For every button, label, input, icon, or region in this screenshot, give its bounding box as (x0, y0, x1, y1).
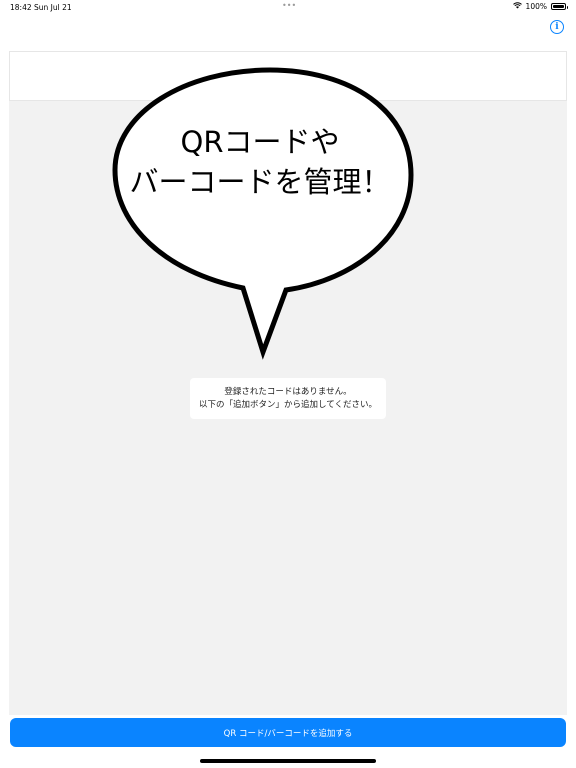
home-indicator[interactable] (200, 759, 376, 763)
bubble-caption: QRコードや バーコードを管理！ (110, 122, 410, 202)
empty-state-message: 登録されたコードはありません。 以下の「追加ボタン」から追加してください。 (190, 378, 386, 419)
add-code-button-label: QR コード/バーコードを追加する (223, 728, 353, 739)
speech-bubble-shape (112, 67, 414, 360)
app-screen: 18:42 Sun Jul 21 ••• 100% i QRコードや バーコード… (0, 0, 576, 768)
empty-state-line-1: 登録されたコードはありません。 (224, 387, 352, 397)
bubble-line-1: QRコードや (180, 125, 340, 159)
bubble-line-2: バーコードを管理！ (129, 165, 391, 199)
add-code-button[interactable]: QR コード/バーコードを追加する (10, 718, 566, 747)
empty-state-line-2: 以下の「追加ボタン」から追加してください。 (199, 400, 377, 410)
